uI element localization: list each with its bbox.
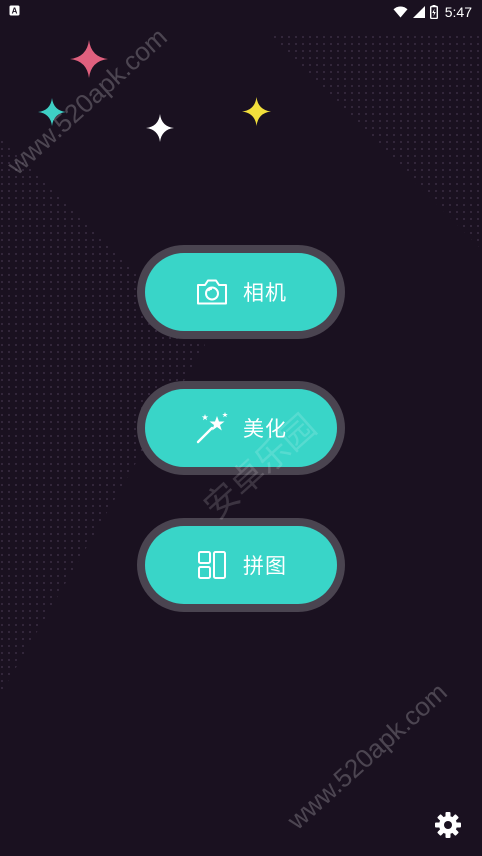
magic-wand-icon xyxy=(195,411,229,445)
cyan-sparkle-icon xyxy=(38,98,66,126)
settings-button[interactable] xyxy=(434,811,462,839)
app-screen: A 5:47 www.520apk.com www.520apk.com 相机 … xyxy=(0,0,482,856)
camera-button-label: 相机 xyxy=(243,281,287,305)
beautify-button-ring: 美化 xyxy=(137,381,345,475)
beautify-button-label: 美化 xyxy=(243,417,287,441)
status-bar: A 5:47 xyxy=(0,0,482,24)
battery-charging-icon xyxy=(429,5,438,19)
svg-text:A: A xyxy=(12,7,18,16)
collage-grid-icon xyxy=(195,548,229,582)
white-sparkle-icon xyxy=(146,114,174,142)
wifi-icon xyxy=(393,6,408,18)
camera-button-ring: 相机 xyxy=(137,245,345,339)
beautify-button[interactable]: 美化 xyxy=(145,389,337,467)
status-time: 5:47 xyxy=(444,4,472,20)
collage-button[interactable]: 拼图 xyxy=(145,526,337,604)
yellow-sparkle-icon xyxy=(242,97,271,126)
pink-sparkle-icon xyxy=(70,40,108,78)
cell-signal-icon xyxy=(412,6,425,18)
gear-icon xyxy=(435,812,461,838)
collage-button-ring: 拼图 xyxy=(137,518,345,612)
status-icons: 5:47 xyxy=(393,3,472,21)
a-letter-icon: A xyxy=(9,5,20,16)
collage-button-label: 拼图 xyxy=(243,554,287,578)
camera-button[interactable]: 相机 xyxy=(145,253,337,331)
camera-icon xyxy=(195,275,229,309)
